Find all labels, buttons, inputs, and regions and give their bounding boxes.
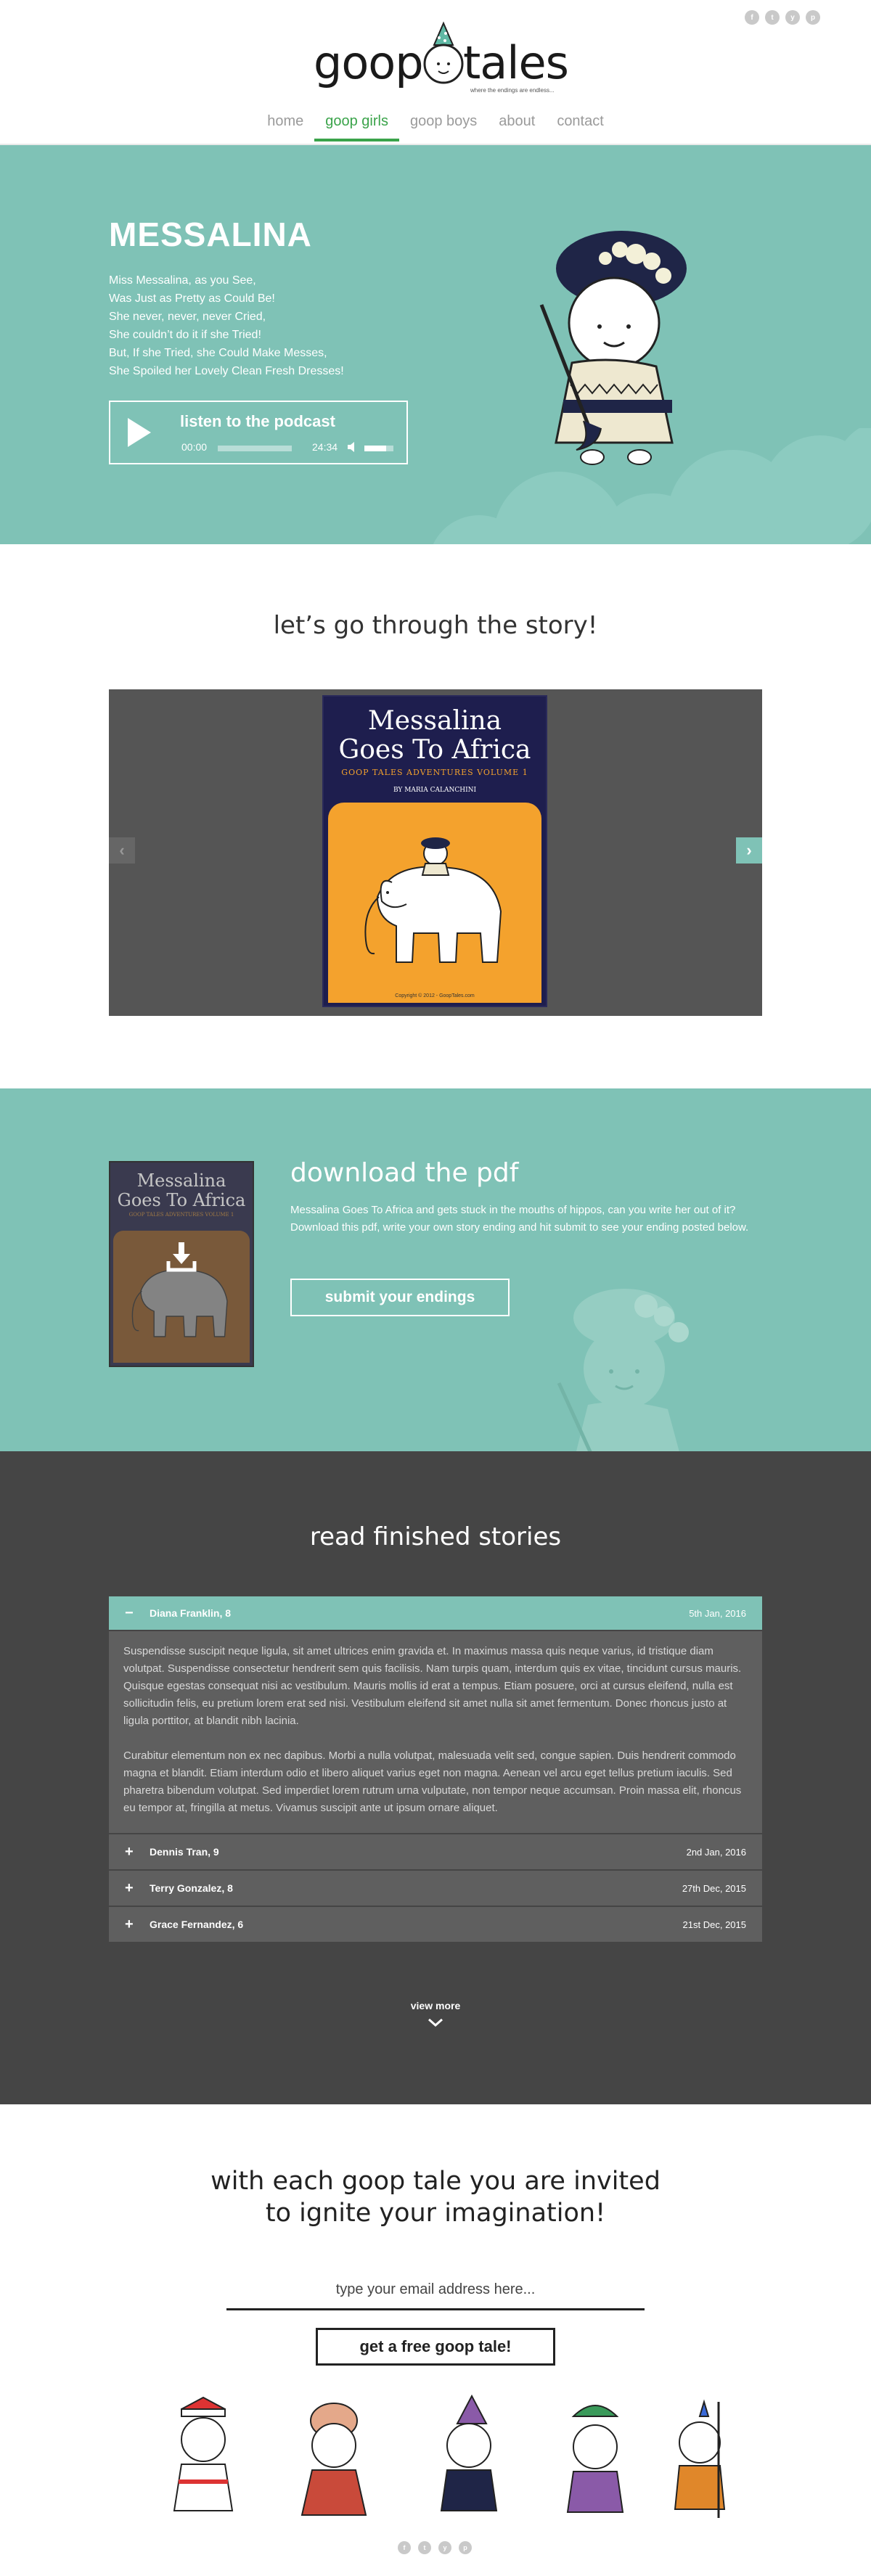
story-paragraph: Curabitur elementum non ex nec dapibus. … xyxy=(123,1750,742,1814)
book-title: Messalina Goes To Africa xyxy=(324,707,546,765)
poem-line: She Spoiled her Lovely Clean Fresh Dress… xyxy=(109,365,344,377)
site-logo[interactable]: goop tales where the endings are endless… xyxy=(312,20,569,94)
download-icon[interactable] xyxy=(165,1241,197,1273)
accordion-header[interactable]: − Diana Franklin, 8 5th Jan, 2016 xyxy=(109,1596,762,1631)
progress-bar[interactable] xyxy=(218,446,292,451)
poem-line: Was Just as Pretty as Could Be! xyxy=(109,292,275,305)
accordion-body: Suspendisse suscipit neque ligula, sit a… xyxy=(109,1631,762,1834)
story-author: Grace Fernandez, 6 xyxy=(150,1919,244,1930)
poem-line: Miss Messalina, as you See, xyxy=(109,274,256,287)
poem-line: She couldn’t do it if she Tried! xyxy=(109,329,261,341)
nav-item-goop-girls[interactable]: goop girls xyxy=(314,109,399,141)
book-cover[interactable]: Messalina Goes To Africa GOOP TALES ADVE… xyxy=(322,695,547,1007)
download-section: Messalina Goes To Africa GOOP TALES ADVE… xyxy=(0,1088,871,1451)
slider-next-button[interactable]: › xyxy=(736,837,762,864)
poem-line: She never, never, never Cried, xyxy=(109,311,266,323)
character-watermark-illustration xyxy=(557,1289,689,1451)
characters-lineup-illustration xyxy=(173,2395,726,2518)
facebook-icon[interactable]: f xyxy=(398,2541,411,2554)
get-free-tale-button[interactable]: get a free goop tale! xyxy=(316,2328,555,2366)
expand-icon: + xyxy=(125,1879,134,1896)
download-description: Messalina Goes To Africa and gets stuck … xyxy=(290,1204,749,1234)
download-heading: download the pdf xyxy=(290,1158,519,1188)
character-5 xyxy=(674,2399,726,2518)
book-copyright: Copyright © 2012 - GoopTales.com xyxy=(395,993,475,998)
story-author: Dennis Tran, 9 xyxy=(150,1846,219,1858)
duration: 24:34 xyxy=(312,441,338,453)
accordion-header[interactable]: + Dennis Tran, 9 2nd Jan, 2016 xyxy=(109,1834,762,1871)
pinterest-icon[interactable]: p xyxy=(459,2541,472,2554)
story-slider: Messalina Goes To Africa GOOP TALES ADVE… xyxy=(109,689,762,1016)
nav-item-about[interactable]: about xyxy=(488,109,546,141)
stories-heading: read finished stories xyxy=(309,1522,562,1551)
logo-word-goop: goop xyxy=(314,36,424,89)
logo-word-tales: tales xyxy=(463,36,569,89)
story-author: Terry Gonzalez, 8 xyxy=(150,1882,233,1894)
character-4 xyxy=(566,2405,624,2513)
view-more-link[interactable]: view more xyxy=(0,2000,871,2011)
story-author: Diana Franklin, 8 xyxy=(150,1607,232,1619)
character-1 xyxy=(173,2396,234,2511)
story-heading: let’s go through the story! xyxy=(273,611,598,640)
slider-prev-button[interactable]: ‹ xyxy=(109,837,135,864)
volume-icon[interactable] xyxy=(347,441,359,453)
character-3 xyxy=(440,2395,498,2511)
current-time: 00:00 xyxy=(181,441,208,453)
story-date: 2nd Jan, 2016 xyxy=(686,1846,746,1858)
submit-endings-button[interactable]: submit your endings xyxy=(290,1279,510,1316)
chevron-down-icon[interactable] xyxy=(427,2017,444,2027)
cta-line: to ignite your imagination! xyxy=(265,2199,606,2228)
cta-heading: with each goop tale you are invited to i… xyxy=(0,2165,871,2229)
twitter-icon[interactable]: t xyxy=(765,10,780,25)
collapse-icon: − xyxy=(125,1604,134,1621)
email-input[interactable] xyxy=(226,2271,645,2310)
site-header: f t y p goop tales where the endings are… xyxy=(0,0,871,145)
volume-slider[interactable] xyxy=(364,446,393,451)
story-date: 5th Jan, 2016 xyxy=(689,1607,746,1619)
poem-line: But, If she Tried, she Could Make Messes… xyxy=(109,347,327,359)
social-links-footer: f t y p xyxy=(398,2541,472,2554)
story-date: 21st Dec, 2015 xyxy=(682,1919,746,1930)
youtube-icon[interactable]: y xyxy=(438,2541,451,2554)
youtube-icon[interactable]: y xyxy=(785,10,800,25)
chevron-left-icon: ‹ xyxy=(119,841,125,859)
book-title-line: Messalina xyxy=(367,706,502,736)
book-illustration-panel: Copyright © 2012 - GoopTales.com xyxy=(328,803,541,1003)
podcast-title: listen to the podcast xyxy=(180,412,335,430)
elephant-illustration xyxy=(364,837,502,963)
book-author: BY MARIA CALANCHINI xyxy=(393,787,477,794)
play-icon[interactable] xyxy=(128,418,151,447)
story-paragraph: Suspendisse suscipit neque ligula, sit a… xyxy=(123,1645,742,1727)
story-date: 27th Dec, 2015 xyxy=(682,1882,746,1894)
nav-item-goop-boys[interactable]: goop boys xyxy=(399,109,488,141)
stories-accordion: − Diana Franklin, 8 5th Jan, 2016 Suspen… xyxy=(109,1596,762,1943)
accordion-header[interactable]: + Terry Gonzalez, 8 27th Dec, 2015 xyxy=(109,1871,762,1907)
expand-icon: + xyxy=(125,1916,134,1932)
hero-section: MESSALINA Miss Messalina, as you See, Wa… xyxy=(0,145,871,544)
podcast-player: listen to the podcast 00:00 24:34 xyxy=(109,401,408,464)
nav-item-home[interactable]: home xyxy=(256,109,314,141)
twitter-icon[interactable]: t xyxy=(418,2541,431,2554)
accordion-header[interactable]: + Grace Fernandez, 6 21st Dec, 2015 xyxy=(109,1907,762,1943)
pdf-book-thumbnail[interactable]: Messalina Goes To Africa GOOP TALES ADVE… xyxy=(109,1161,254,1367)
hero-title: MESSALINA xyxy=(109,216,312,253)
social-links-top: f t y p xyxy=(745,10,820,25)
logo-tagline: where the endings are endless... xyxy=(470,87,555,94)
character-2 xyxy=(300,2403,367,2516)
chevron-right-icon: › xyxy=(746,841,752,859)
messalina-character-illustration xyxy=(539,231,687,465)
hero-poem: Miss Messalina, as you See, Was Just as … xyxy=(109,271,443,380)
pinterest-icon[interactable]: p xyxy=(806,10,820,25)
facebook-icon[interactable]: f xyxy=(745,10,759,25)
volume-fill xyxy=(364,446,386,451)
book-subtitle: GOOP TALES ADVENTURES VOLUME 1 xyxy=(341,768,528,777)
logo-face-icon xyxy=(423,21,464,84)
main-nav: home goop girls goop boys about contact xyxy=(0,109,871,141)
expand-icon: + xyxy=(125,1843,134,1860)
nav-item-contact[interactable]: contact xyxy=(546,109,614,141)
cta-line: with each goop tale you are invited xyxy=(210,2167,661,2196)
book-title-line: Goes To Africa xyxy=(338,735,531,765)
